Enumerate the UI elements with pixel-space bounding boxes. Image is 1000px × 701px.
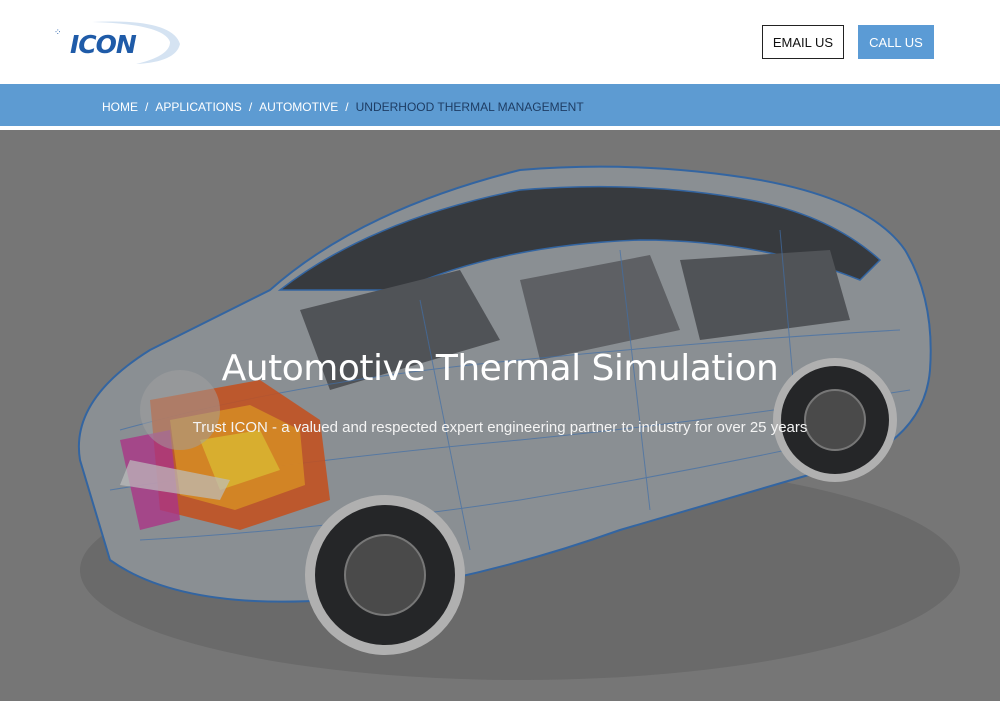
icon-logo[interactable]: ⁘ ICON bbox=[52, 16, 187, 68]
breadcrumb-current: UNDERHOOD THERMAL MANAGEMENT bbox=[355, 100, 584, 114]
email-us-button[interactable]: EMAIL US bbox=[762, 25, 844, 59]
breadcrumb-automotive[interactable]: AUTOMOTIVE bbox=[259, 100, 338, 114]
breadcrumb-separator: / bbox=[248, 100, 253, 114]
logo-dots-icon: ⁘ bbox=[54, 27, 62, 37]
hero-subtitle: Trust ICON - a valued and respected expe… bbox=[192, 419, 808, 436]
breadcrumb-applications[interactable]: APPLICATIONS bbox=[155, 100, 241, 114]
call-us-button[interactable]: CALL US bbox=[858, 25, 934, 59]
breadcrumb-separator: / bbox=[145, 100, 149, 114]
site-header: ⁘ ICON EMAIL US CALL US bbox=[0, 0, 1000, 84]
hero-banner: Automotive Thermal Simulation Trust ICON… bbox=[0, 130, 1000, 701]
breadcrumb-home[interactable]: HOME bbox=[102, 100, 138, 114]
car-wireframe-image bbox=[0, 130, 1000, 701]
breadcrumb: HOME / APPLICATIONS / AUTOMOTIVE / UNDERHOOD T… bbox=[102, 100, 584, 114]
hero-title: Automotive Thermal Simulation bbox=[221, 348, 779, 389]
breadcrumb-bar: HOME / APPLICATIONS / AUTOMOTIVE / UNDERHOOD T… bbox=[0, 84, 1000, 126]
logo-text: ICON bbox=[70, 30, 137, 59]
breadcrumb-separator: / bbox=[345, 100, 349, 114]
